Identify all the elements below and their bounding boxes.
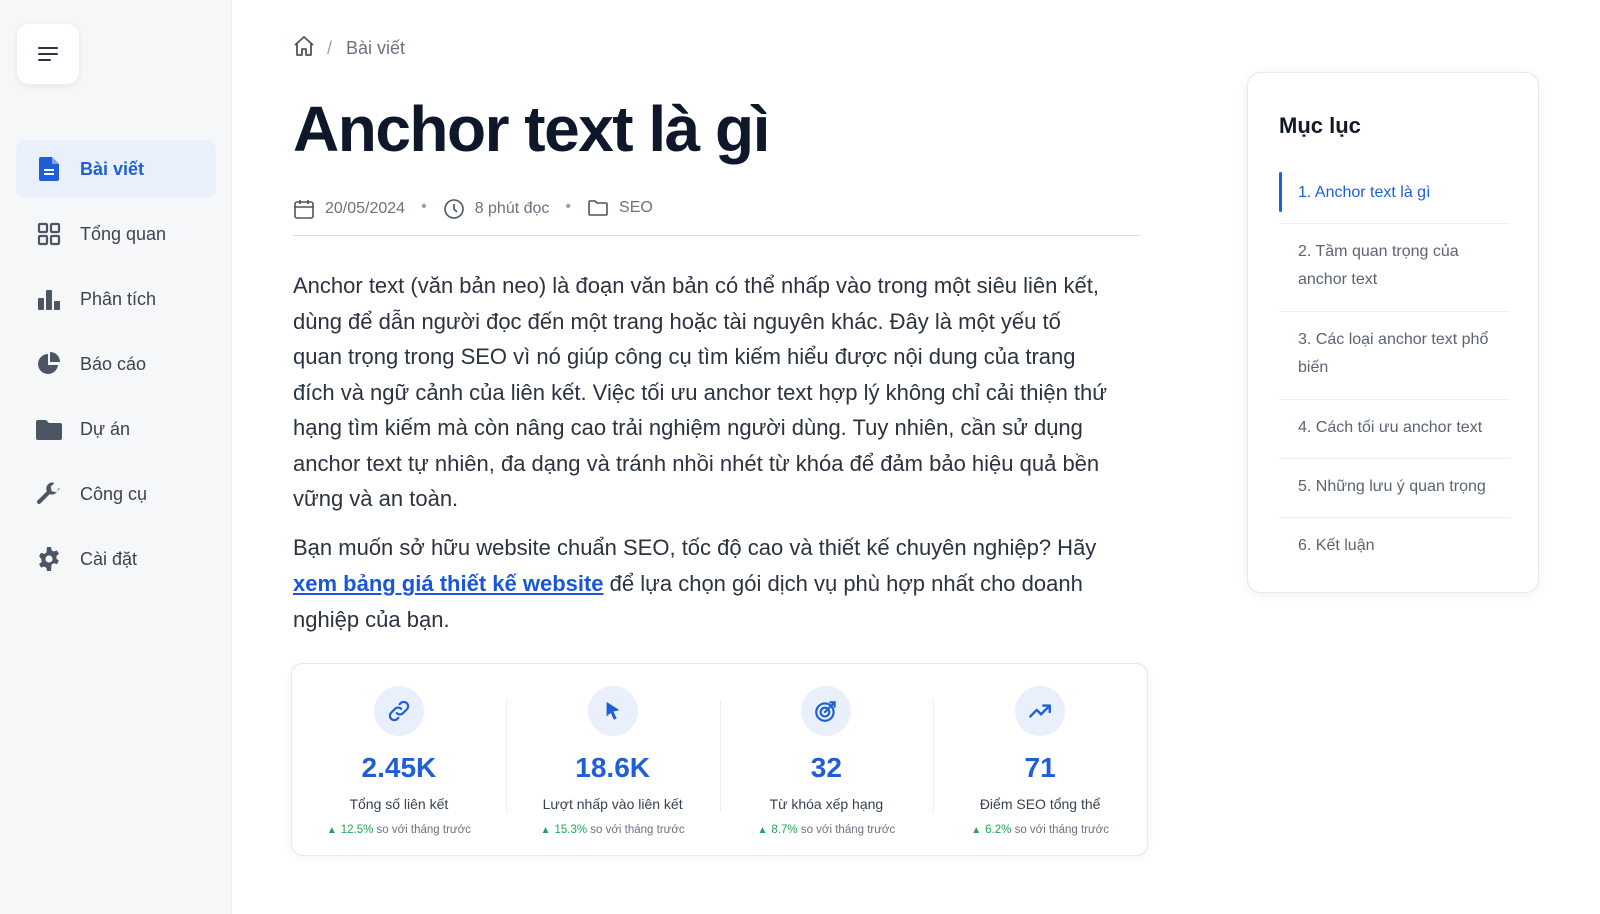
meta-dot: • [421,198,427,215]
stat-value: 2.45K [361,752,437,783]
category-text: SEO [619,199,653,216]
article-paragraph: Anchor text (văn bản neo) là đoạn văn bả… [293,273,1107,511]
stat-label: Lượt nhấp vào liên kết [542,796,683,812]
sidebar-item-articles[interactable]: Bài viết [16,140,216,198]
article-meta: 20/05/2024 • 8 phút đọc • SEO [293,198,1141,236]
stat-total-links: 2.45K Tổng số liên kết ▲ 12.5% so với thá… [292,664,506,855]
clock-icon [443,199,464,219]
gear-icon [36,546,62,572]
sidebar-item-reports[interactable]: Báo cáo [16,335,216,393]
arrow-up-icon: ▲ [971,825,982,836]
stat-change-percent: 6.2% [985,824,1012,836]
pie-chart-icon [36,351,62,377]
breadcrumb-current: Bài viết [346,37,406,58]
sidebar-nav: Bài viết Tổng quan Phân tích Báo cáo Dự … [16,140,216,595]
stat-value: 18.6K [575,752,650,783]
stats-card: 2.45K Tổng số liên kết ▲ 12.5% so với thá… [291,663,1148,856]
trend-up-icon [1015,686,1066,736]
breadcrumb: / Bài viết [293,35,405,61]
arrow-up-icon: ▲ [326,825,337,836]
stat-change-suffix: so với tháng trước [1014,824,1109,836]
sidebar-item-analytics[interactable]: Phân tích [16,270,216,328]
page-title: Anchor text là gì [293,93,770,165]
stat-change-suffix: so với tháng trước [590,824,685,836]
cta-text-before: Bạn muốn sở hữu website chuẩn SEO, tốc đ… [293,535,1097,560]
wrench-icon [36,481,62,507]
stat-label: Điểm SEO tổng thể [979,796,1101,812]
sidebar-item-label: Công cụ [80,483,148,504]
stat-change: ▲ 6.2% so với tháng trước [933,824,1147,836]
stat-seo-score: 71 Điểm SEO tổng thể ▲ 6.2% so với tháng … [933,664,1147,855]
stat-change-percent: 12.5% [340,824,374,836]
stat-link-clicks: 18.6K Lượt nhấp vào liên kết ▲ 15.3% so v… [505,664,720,855]
meta-category[interactable]: SEO [587,198,653,218]
meta-date: 20/05/2024 [293,198,405,220]
toc-item[interactable]: 4. Cách tối ưu anchor text [1279,400,1509,459]
sidebar-item-label: Báo cáo [80,353,147,374]
document-icon [36,156,62,182]
meta-dot: • [565,198,572,215]
sidebar-item-label: Phân tích [80,288,157,309]
target-icon [801,686,852,736]
folder-icon [36,416,62,442]
date-text: 20/05/2024 [325,200,406,217]
toc-item[interactable]: 2. Tầm quan trọng của anchor text [1279,224,1509,312]
cta-paragraph: Bạn muốn sở hữu website chuẩn SEO, tốc đ… [293,530,1113,638]
table-of-contents: Mục lục 1. Anchor text là gì 2. Tầm quan… [1247,72,1539,593]
bar-chart-icon [36,286,62,312]
breadcrumb-separator: / [327,37,333,58]
stat-value: 32 [810,752,842,783]
sidebar-item-label: Cài đặt [80,548,138,569]
stat-ranking-keywords: 32 Từ khóa xếp hạng ▲ 8.7% so với tháng t… [719,664,934,855]
stat-label: Từ khóa xếp hạng [769,796,884,812]
toc-item[interactable]: 1. Anchor text là gì [1279,165,1509,224]
stat-value: 71 [1024,752,1056,783]
toc-list: 1. Anchor text là gì 2. Tầm quan trọng c… [1279,165,1509,577]
sidebar-item-overview[interactable]: Tổng quan [16,205,216,263]
arrow-up-icon: ▲ [757,825,768,836]
home-icon[interactable] [293,35,315,62]
stat-change-suffix: so với tháng trước [800,824,896,836]
stat-change-percent: 15.3% [554,824,588,836]
toc-item[interactable]: 3. Các loại anchor text phổ biến [1279,312,1509,400]
sidebar-item-tools[interactable]: Công cụ [16,465,216,523]
stat-change-suffix: so với tháng trước [376,824,471,836]
stat-change-percent: 8.7% [771,824,798,836]
toc-item[interactable]: 6. Kết luận [1279,518,1509,577]
toc-title: Mục lục [1279,113,1361,138]
sidebar: Bài viết Tổng quan Phân tích Báo cáo Dự … [0,0,232,914]
grid-icon [36,221,62,247]
menu-button[interactable] [17,24,79,84]
calendar-icon [294,200,314,219]
link-icon [373,686,424,736]
read-time-text: 8 phút đọc [474,200,550,217]
sidebar-item-label: Dự án [80,418,131,439]
sidebar-item-projects[interactable]: Dự án [16,400,216,458]
stat-label: Tổng số liên kết [349,796,449,812]
hamburger-icon [38,47,58,61]
sidebar-item-label: Tổng quan [80,223,167,244]
stat-change: ▲ 12.5% so với tháng trước [292,824,506,836]
sidebar-item-settings[interactable]: Cài đặt [16,530,216,588]
folder-icon [588,200,608,216]
stat-change: ▲ 8.7% so với tháng trước [720,824,934,836]
sidebar-item-label: Bài viết [80,158,145,179]
cursor-icon [587,686,638,736]
toc-item[interactable]: 5. Những lưu ý quan trọng [1279,459,1509,518]
stat-change: ▲ 15.3% so với tháng trước [506,824,720,836]
meta-read-time: 8 phút đọc [443,198,550,220]
pricing-link[interactable]: xem bảng giá thiết kế website [293,571,604,596]
arrow-up-icon: ▲ [540,825,551,836]
